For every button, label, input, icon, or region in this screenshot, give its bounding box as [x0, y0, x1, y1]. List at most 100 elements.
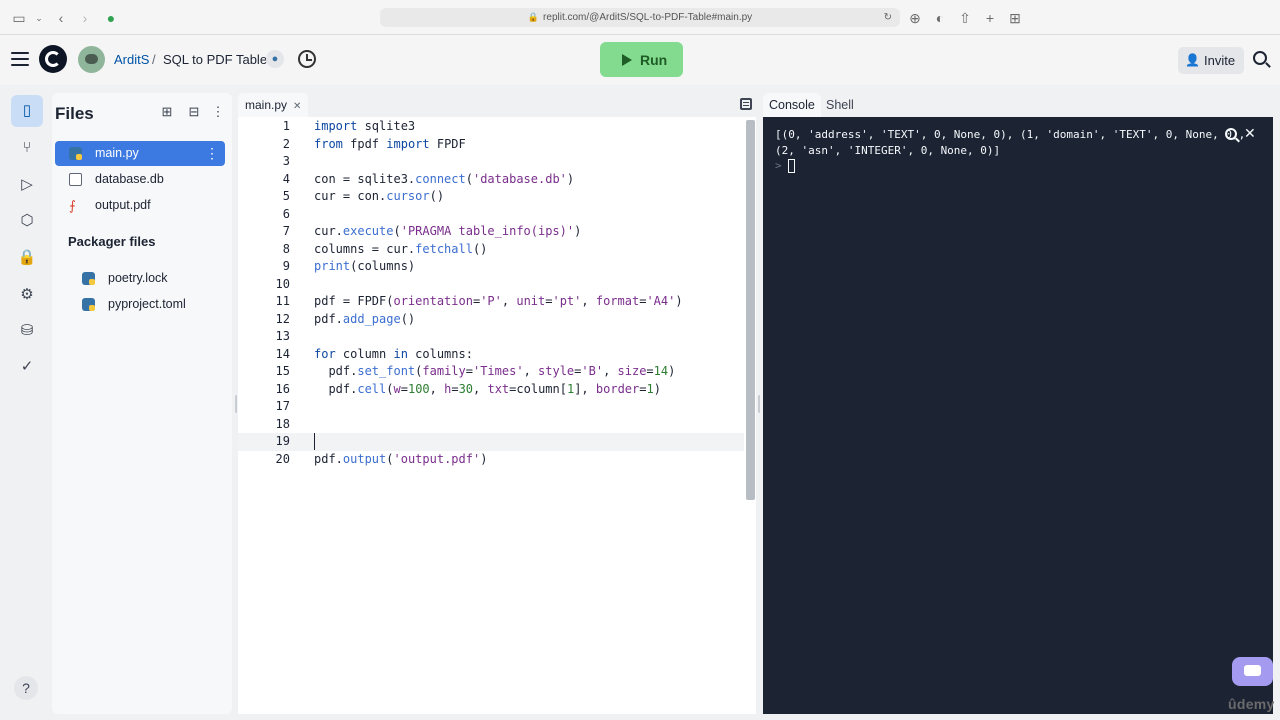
secrets-lock-icon[interactable]: 🔒 — [11, 242, 43, 274]
line-number: 5 — [282, 189, 290, 203]
checkmark-icon[interactable]: ✓ — [11, 351, 43, 383]
back-icon[interactable]: ‹ — [52, 9, 70, 27]
layout-toggle-icon[interactable] — [740, 98, 752, 110]
reload-icon[interactable]: ↻ — [884, 8, 892, 27]
code-line[interactable]: 17 — [238, 398, 744, 416]
avatar[interactable] — [78, 46, 105, 73]
console-output-pane[interactable]: [(0, 'address', 'TEXT', 0, None, 0), (1,… — [763, 117, 1273, 714]
code-line[interactable]: 12 pdf.add_page() — [238, 311, 744, 329]
run-button-label: Run — [640, 52, 668, 68]
version-control-icon[interactable]: ⑂ — [11, 132, 43, 164]
breadcrumb-project-name[interactable]: SQL to PDF Table — [163, 52, 267, 67]
tab-main-py[interactable]: main.py ✕ — [238, 93, 309, 117]
files-tool-icon[interactable]: ▯ — [11, 95, 43, 127]
code-line[interactable]: 16 pdf.cell(w=100, h=30, txt=column[1], … — [238, 381, 744, 399]
settings-gear-icon[interactable]: ⚙ — [11, 279, 43, 311]
line-number: 14 — [275, 346, 290, 361]
workspace-header: ArditS / SQL to PDF Table ● Run 👤 Invite — [0, 35, 1280, 85]
code-line[interactable]: 20 pdf.output('output.pdf') — [238, 451, 744, 469]
code-text: import sqlite3 — [314, 119, 416, 133]
code-line[interactable]: 14 for column in columns: — [238, 346, 744, 364]
file-name: poetry.lock — [108, 271, 168, 285]
tab-shell[interactable]: Shell — [820, 93, 860, 117]
close-icon[interactable]: ✕ — [293, 101, 301, 112]
code-line[interactable]: 19 — [238, 433, 744, 451]
panel-resize-handle[interactable] — [758, 395, 760, 413]
code-text: pdf = FPDF(orientation='P', unit='pt', f… — [314, 294, 683, 308]
new-folder-icon[interactable]: ⊟ — [186, 104, 202, 120]
file-item-main-py[interactable]: main.py ⋮ — [55, 141, 225, 166]
new-tab-icon[interactable]: + — [981, 9, 999, 27]
code-text: from fpdf import FPDF — [314, 136, 466, 151]
console-input-cursor[interactable] — [788, 159, 795, 173]
search-icon[interactable] — [1253, 51, 1267, 65]
console-output: [(0, 'address', 'TEXT', 0, None, 0), (1,… — [775, 127, 1245, 159]
code-text: columns = cur.fetchall() — [314, 241, 488, 256]
file-more-icon[interactable]: ⋮ — [205, 141, 219, 166]
menu-icon[interactable] — [11, 52, 29, 66]
download-icon[interactable]: ⊕ — [906, 9, 924, 27]
tool-rail: ▯ ⑂ ▷ ⬡ 🔒 ⚙ ⛁ ✓ — [0, 85, 52, 720]
forward-icon[interactable]: › — [76, 9, 94, 27]
chevron-down-icon[interactable]: ⌄ — [30, 9, 48, 27]
address-bar[interactable]: 🔒 replit.com/@ArditS/SQL-to-PDF-Table#mai… — [380, 8, 900, 27]
breadcrumb-separator: / — [152, 52, 156, 67]
history-icon[interactable] — [298, 50, 316, 68]
replit-logo-icon[interactable] — [39, 45, 67, 73]
code-line[interactable]: 8 columns = cur.fetchall() — [238, 241, 744, 259]
chat-icon[interactable] — [1232, 657, 1273, 686]
code-line[interactable]: 4 con = sqlite3.connect('database.db') — [238, 171, 744, 189]
file-name: main.py — [95, 146, 139, 160]
line-number: 4 — [282, 171, 290, 186]
debugger-icon[interactable]: ▷ — [11, 169, 43, 201]
line-number: 20 — [275, 451, 290, 466]
code-line[interactable]: 13 — [238, 328, 744, 346]
code-line[interactable]: 7 cur.execute('PRAGMA table_info(ips)') — [238, 223, 744, 241]
line-number: 2 — [282, 136, 290, 151]
sidebar-toggle-icon[interactable]: ▭ — [10, 9, 28, 27]
database-icon[interactable]: ⛁ — [11, 315, 43, 347]
code-line[interactable]: 11 pdf = FPDF(orientation='P', unit='pt',… — [238, 293, 744, 311]
python-language-icon[interactable]: ● — [266, 50, 284, 68]
code-line[interactable]: 2 from fpdf import FPDF — [238, 136, 744, 154]
code-line[interactable]: 10 — [238, 276, 744, 294]
pdf-icon: ⨍ — [69, 198, 76, 213]
more-options-icon[interactable]: ⋮ — [210, 104, 226, 120]
line-number: 12 — [275, 311, 290, 326]
line-number: 13 — [275, 329, 290, 343]
code-text: for column in columns: — [314, 346, 473, 361]
file-name: database.db — [95, 172, 164, 186]
code-line[interactable]: 6 — [238, 206, 744, 224]
tab-console[interactable]: Console — [763, 93, 821, 117]
file-item-database-db[interactable]: database.db — [55, 167, 225, 192]
breadcrumb-user-link[interactable]: ArditS — [114, 52, 149, 67]
close-icon[interactable]: ✕ — [1244, 125, 1256, 142]
run-button[interactable]: Run — [600, 42, 683, 77]
code-line[interactable]: 15 pdf.set_font(family='Times', style='B… — [238, 363, 744, 381]
code-line[interactable]: 9 print(columns) — [238, 258, 744, 276]
new-file-icon[interactable]: ⊞ — [159, 104, 175, 120]
files-panel: Files ⊞ ⊟ ⋮ main.py ⋮ database.db ⨍ outp… — [52, 93, 232, 714]
code-text: pdf.output('output.pdf') — [314, 451, 488, 466]
browser-toolbar: ▭ ⌄ ‹ › ● 🔒 replit.com/@ArditS/SQL-to-PDF… — [0, 0, 1280, 35]
code-line[interactable]: 3 — [238, 153, 744, 171]
search-icon[interactable] — [1225, 128, 1237, 140]
line-number: 1 — [282, 119, 290, 133]
file-item-output-pdf[interactable]: ⨍ output.pdf — [55, 193, 225, 218]
tab-overview-icon[interactable]: ⊞ — [1006, 9, 1024, 27]
extension-icon[interactable]: ● — [102, 9, 120, 27]
packages-icon[interactable]: ⬡ — [11, 205, 43, 237]
code-line[interactable]: 5 cur = con.cursor() — [238, 188, 744, 206]
invite-button-label: Invite — [1204, 53, 1236, 68]
editor-scrollbar-thumb[interactable] — [746, 120, 755, 500]
help-icon[interactable]: ? — [14, 676, 38, 700]
code-line[interactable]: 18 — [238, 416, 744, 434]
share-icon[interactable]: ⇧ — [956, 9, 974, 27]
line-number: 17 — [275, 399, 290, 413]
panel-resize-handle[interactable] — [235, 395, 237, 413]
shield-icon[interactable]: ◐ — [931, 9, 949, 27]
code-text: pdf.set_font(family='Times', style='B', … — [314, 364, 676, 378]
invite-button[interactable]: 👤 Invite — [1178, 47, 1244, 74]
code-line[interactable]: 1 import sqlite3 — [238, 118, 744, 136]
code-editor[interactable]: 1 import sqlite3 2 from fpdf import FPDF 3 4 c… — [238, 117, 756, 714]
